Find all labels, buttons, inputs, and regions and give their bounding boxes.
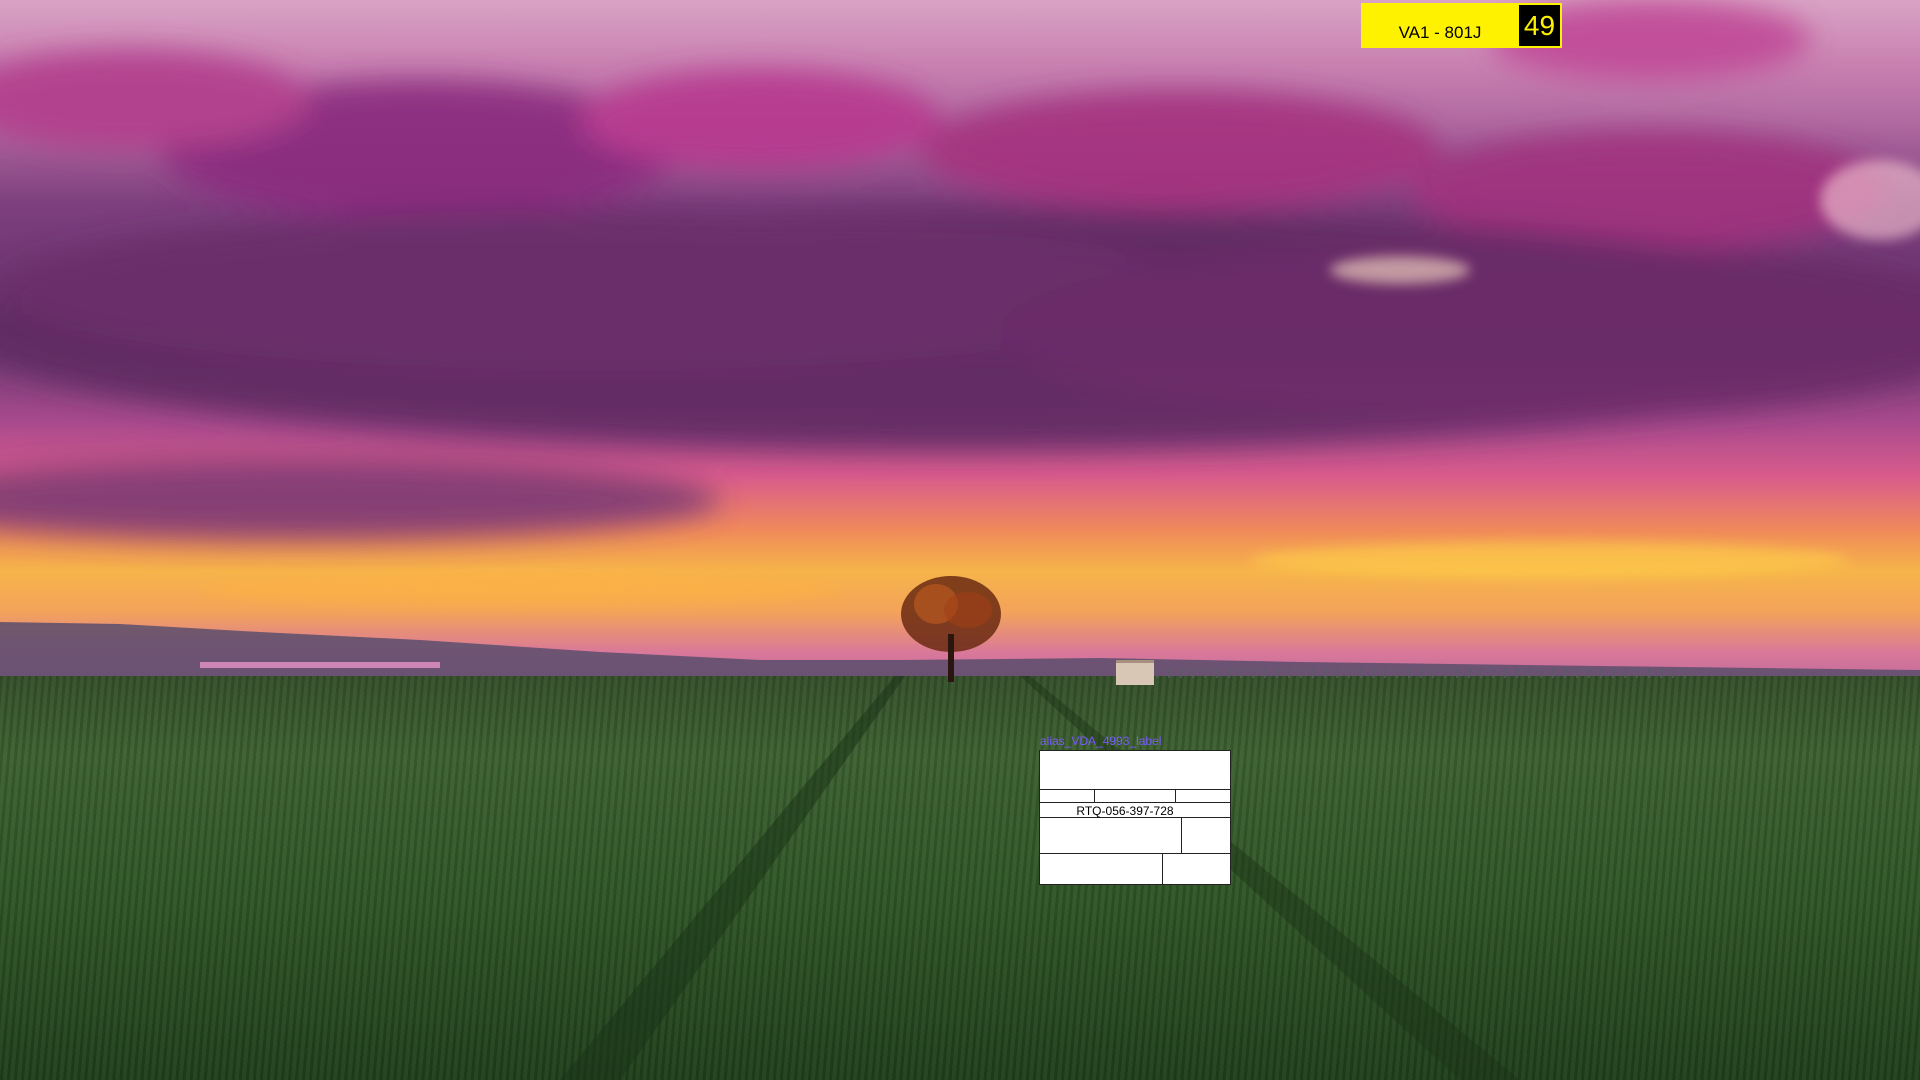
- label-divider: [1181, 817, 1182, 853]
- label-divider: [1094, 789, 1095, 802]
- label-divider: [1040, 802, 1230, 803]
- wallpaper-fence: [1156, 668, 1696, 678]
- desktop: VA1 - 801J 49 alias_VDA_4993_label RTQ-0…: [0, 0, 1920, 1080]
- wallpaper-hut: [1116, 660, 1154, 685]
- label-divider: [1175, 789, 1176, 802]
- label-divider: [1040, 853, 1230, 854]
- desktop-label-widget[interactable]: RTQ-056-397-728: [1039, 750, 1231, 885]
- vm-badge: VA1 - 801J 49: [1361, 3, 1562, 48]
- wallpaper-tree: [901, 576, 1001, 682]
- vm-badge-label: VA1 - 801J: [1361, 3, 1519, 48]
- desktop-widget-title[interactable]: alias_VDA_4993_label: [1040, 734, 1161, 748]
- label-serial-number: RTQ-056-397-728: [1076, 804, 1174, 818]
- label-divider: [1162, 853, 1163, 884]
- wallpaper-tracks: [560, 676, 1520, 1080]
- label-divider: [1040, 789, 1230, 790]
- vm-badge-count: 49: [1519, 3, 1562, 48]
